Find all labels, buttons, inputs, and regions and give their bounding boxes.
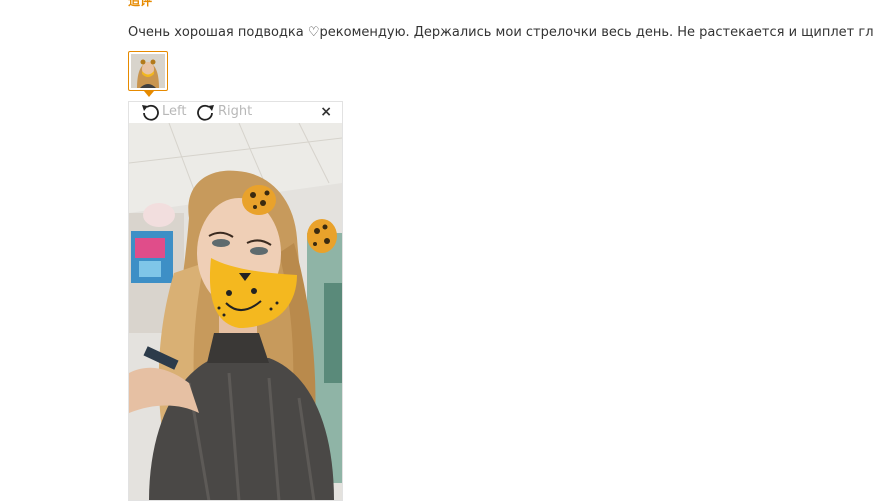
review-text: Очень хорошая подводка ♡рекомендую. Держ… (128, 25, 873, 40)
followup-label: 追评 (128, 0, 153, 8)
review-photo (129, 123, 342, 500)
rotate-right-button[interactable]: Right (195, 102, 252, 122)
rotate-left-icon (142, 104, 159, 121)
rotate-right-icon (197, 104, 214, 121)
thumbnail-photo (131, 54, 165, 88)
review-photo-thumbnail[interactable] (128, 51, 168, 91)
photo-viewer: Left Right × (128, 101, 343, 501)
rotate-left-label: Left (162, 104, 187, 119)
pointer-arrow (144, 91, 154, 97)
close-icon[interactable]: × (320, 105, 332, 119)
rotate-right-label: Right (218, 104, 253, 119)
viewer-toolbar: Left Right × (129, 102, 342, 122)
rotate-left-button[interactable]: Left (139, 102, 186, 122)
